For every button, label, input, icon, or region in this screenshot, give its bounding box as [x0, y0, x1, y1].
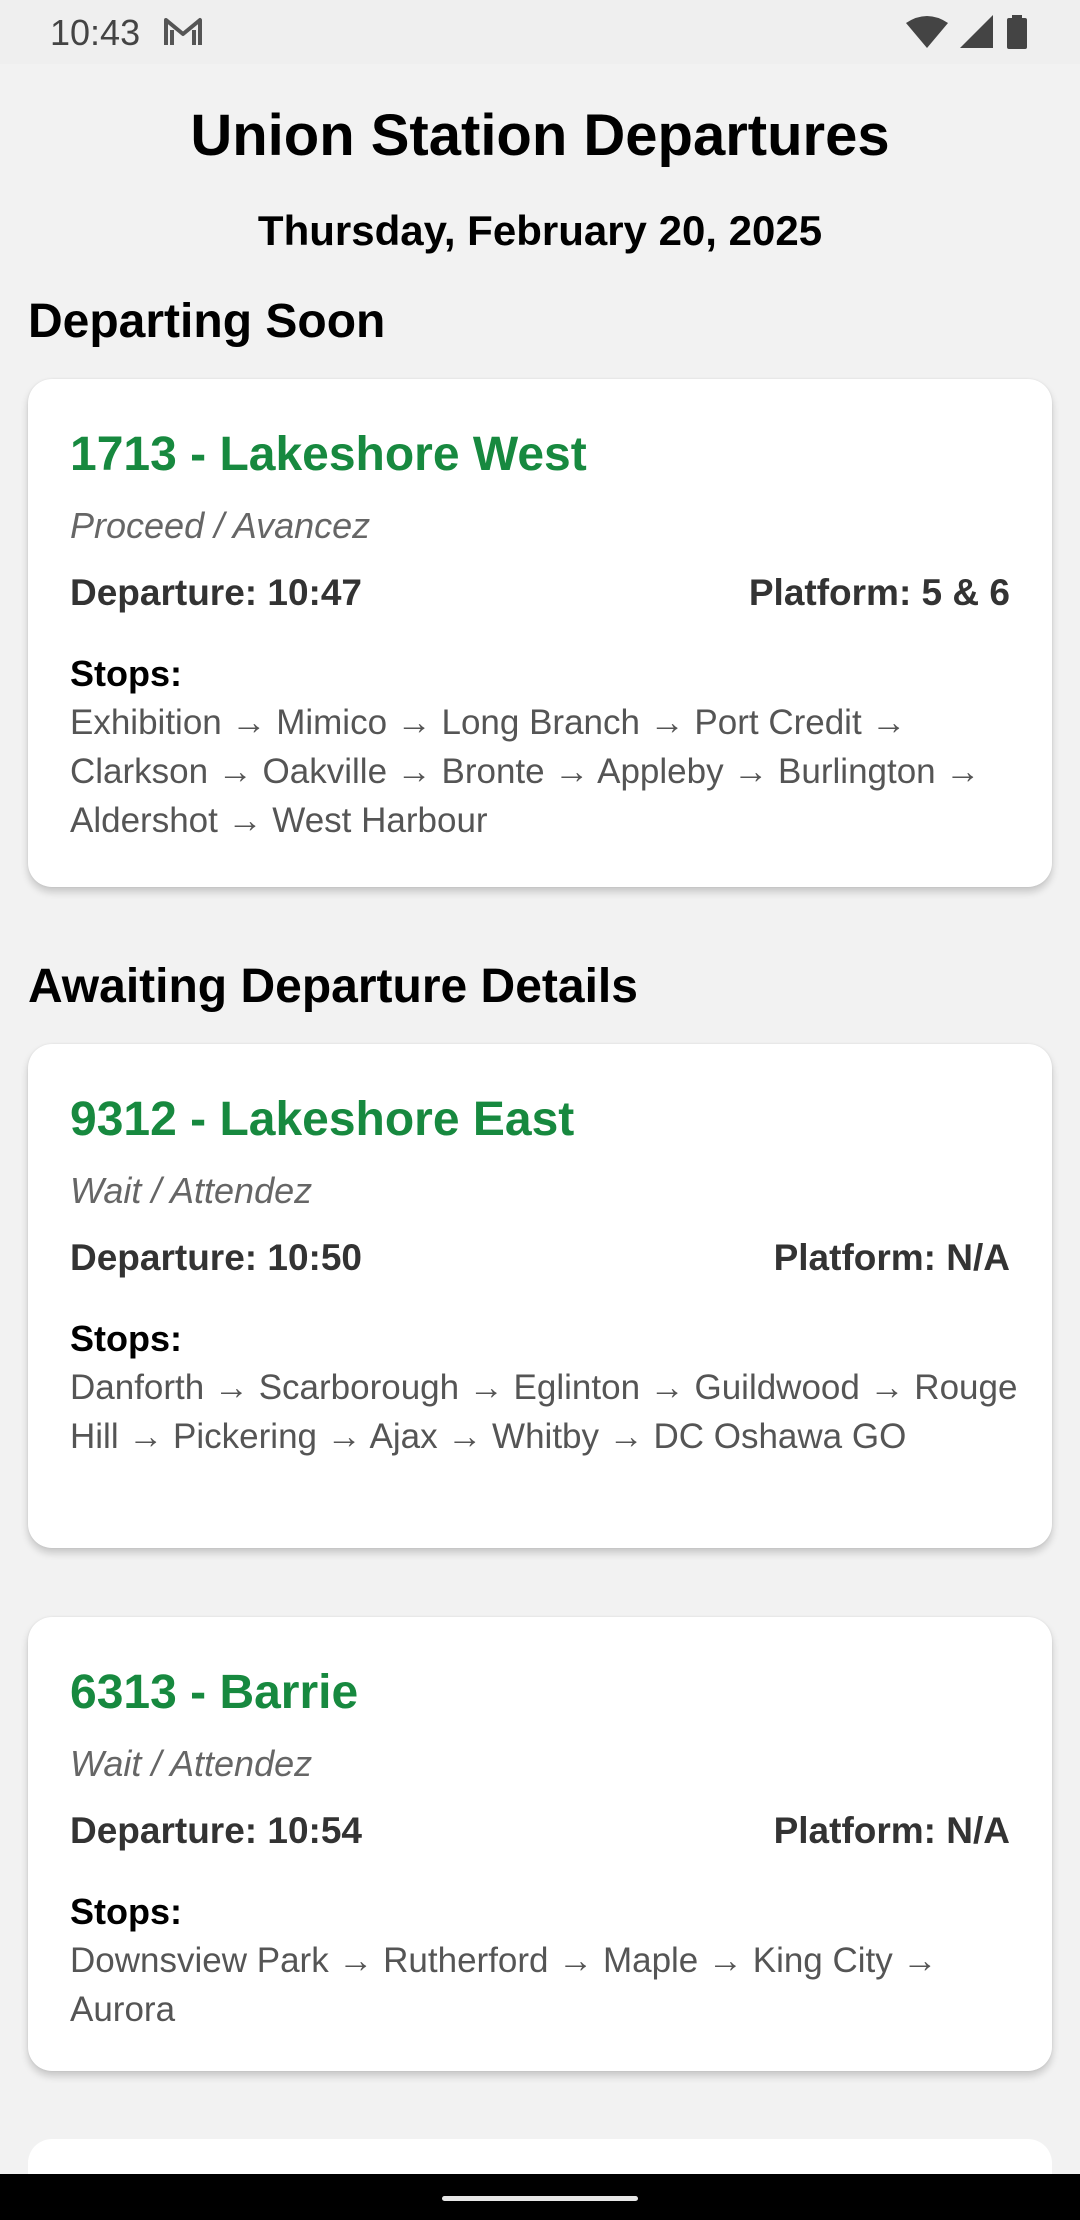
home-gesture-handle[interactable]: [442, 2196, 638, 2201]
page-title: Union Station Departures: [190, 103, 890, 168]
route-title: 1713 - Lakeshore West: [70, 428, 587, 481]
platform-number: Platform: N/A: [773, 1810, 1010, 1851]
stops-list: Exhibition → Mimico → Long Branch → Port…: [70, 703, 981, 840]
wifi-icon: [906, 15, 948, 54]
route-title: 9312 - Lakeshore East: [70, 1093, 575, 1146]
departure-time: Departure: 10:47: [70, 572, 363, 613]
departure-time: Departure: 10:54: [70, 1810, 363, 1851]
train-status: Wait / Attendez: [70, 1743, 313, 1784]
battery-icon: [1006, 15, 1028, 54]
navigation-bar: [0, 2174, 1080, 2220]
platform-number: Platform: 5 & 6: [748, 572, 1010, 613]
departure-card[interactable]: 1713 - Lakeshore West Proceed / Avancez …: [28, 379, 1052, 887]
status-time: 10:43: [50, 12, 141, 53]
status-icons: [906, 15, 1028, 54]
stops-label: Stops:: [70, 1891, 182, 1932]
platform-number: Platform: N/A: [773, 1237, 1010, 1278]
signal-icon: [960, 15, 994, 54]
page-date: Thursday, February 20, 2025: [257, 207, 823, 254]
mail-icon: [162, 15, 204, 49]
stops-label: Stops:: [70, 653, 182, 694]
train-status: Wait / Attendez: [70, 1170, 313, 1211]
departure-card-partial[interactable]: [28, 2139, 1052, 2179]
departure-card[interactable]: 9312 - Lakeshore East Wait / Attendez De…: [28, 1044, 1052, 1548]
status-bar: 10:43: [0, 0, 1080, 64]
section-heading-departing-soon: Departing Soon: [28, 295, 386, 348]
train-status: Proceed / Avancez: [70, 505, 371, 546]
stops-label: Stops:: [70, 1318, 182, 1359]
route-title: 6313 - Barrie: [70, 1666, 359, 1719]
stops-list: Danforth → Scarborough → Eglinton → Guil…: [70, 1368, 1018, 1456]
departure-card[interactable]: 6313 - Barrie Wait / Attendez Departure:…: [28, 1617, 1052, 2071]
departure-time: Departure: 10:50: [70, 1237, 363, 1278]
section-heading-awaiting-departure: Awaiting Departure Details: [28, 960, 638, 1013]
stops-list: Downsview Park → Rutherford → Maple → Ki…: [70, 1941, 938, 2029]
